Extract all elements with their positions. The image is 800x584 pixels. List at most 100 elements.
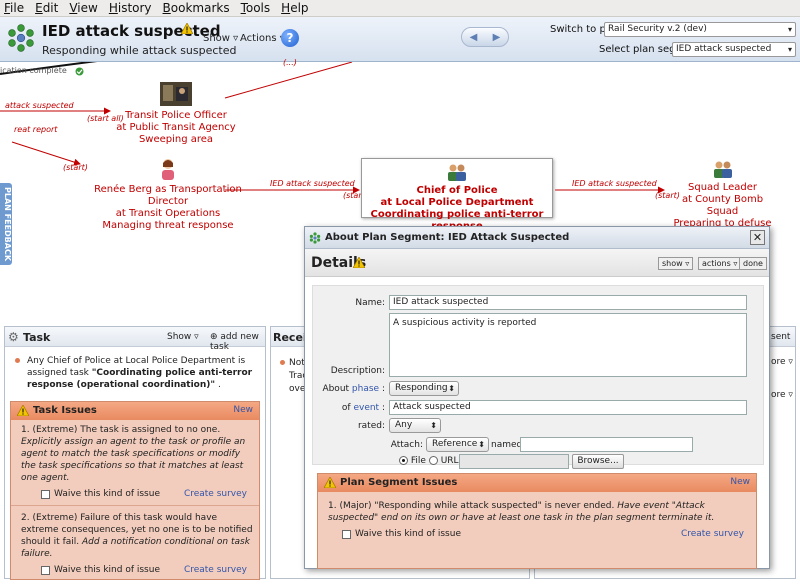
of-label: of: [341, 403, 351, 413]
phase-value: Responding: [395, 383, 448, 393]
phase-link[interactable]: phase: [352, 384, 379, 394]
switch-plan-value: Rail Security v.2 (dev): [608, 24, 707, 34]
forward-arrow-icon[interactable]: ▶: [493, 32, 501, 43]
node-org: at Transit Operations: [115, 208, 221, 219]
photo-icon: [160, 82, 192, 106]
named-label: named: [491, 440, 523, 450]
dropdown-arrow-icon: ▾: [787, 25, 792, 34]
event-link[interactable]: event: [353, 403, 379, 413]
actions-menu[interactable]: Actions ▿: [240, 33, 285, 44]
more-menu[interactable]: ore ▿: [771, 357, 793, 367]
attach-type-select[interactable]: Reference ⬍: [426, 437, 489, 452]
waive-label: Waive this kind of issue: [355, 529, 461, 539]
issue-number: 1.: [328, 501, 337, 511]
node-task: Sweeping area: [138, 134, 214, 145]
plan-segment-issues-header: Plan Segment Issues New: [318, 474, 756, 492]
more-menu[interactable]: ore ▿: [771, 390, 793, 400]
menu-view[interactable]: View: [69, 1, 97, 15]
browse-button[interactable]: Browse...: [572, 454, 624, 469]
menu-edit[interactable]: Edit: [35, 1, 58, 15]
issue-divider: [11, 505, 259, 506]
waive-label: Waive this kind of issue: [54, 489, 160, 499]
new-issue-link[interactable]: New: [233, 405, 253, 415]
node-renee-berg[interactable]: Renée Berg as Transportation Director at…: [83, 158, 253, 232]
task-panel: ⚙ Task Show ▿ ⊕ add new task Any Chief o…: [4, 326, 266, 580]
rated-select[interactable]: Any ⬍: [389, 418, 441, 433]
bullet-icon: [280, 360, 285, 365]
sends-panel-label: sent: [771, 332, 791, 342]
task-panel-title: Task: [23, 331, 51, 344]
help-button[interactable]: ?: [281, 29, 299, 47]
logo-icon: [8, 24, 34, 52]
task-panel-header: ⚙ Task Show ▿ ⊕ add new task: [5, 327, 265, 352]
details-actions-button[interactable]: actions ▿: [698, 257, 742, 270]
file-label: File: [410, 456, 426, 466]
node-chief-of-police-selected[interactable]: Chief of Police at Local Police Departme…: [361, 158, 553, 232]
warning-icon: [324, 477, 336, 488]
people-icon: [713, 161, 732, 178]
issue-waive-row: Waive this kind of issue Create survey: [318, 526, 756, 543]
show-menu[interactable]: Show ▿: [203, 33, 238, 44]
issue-severity: (Major) "Responding while attack suspect…: [339, 501, 618, 511]
new-issue-link[interactable]: New: [730, 477, 750, 487]
about-plan-segment-dialog: About Plan Segment: IED Attack Suspected…: [304, 226, 770, 569]
task-assignment: Any Chief of Police at Local Police Depa…: [5, 347, 265, 395]
issue-waive-row: Waive this kind of issue Create survey: [11, 562, 259, 579]
close-icon[interactable]: ✕: [750, 230, 765, 245]
event-input[interactable]: Attack suspected: [389, 400, 747, 415]
plan-segment-issues-title: Plan Segment Issues: [340, 477, 458, 488]
done-button[interactable]: done: [739, 257, 767, 270]
chevron-down-icon: ▿: [685, 259, 690, 268]
about-phase-label: About phase :: [322, 384, 385, 394]
menu-bookmarks[interactable]: Bookmarks: [163, 1, 230, 15]
node-transit-officer[interactable]: Transit Police Officer at Public Transit…: [106, 82, 246, 146]
edge-label: reat report: [14, 125, 58, 134]
file-radio[interactable]: [399, 456, 408, 465]
node-task: Managing threat response: [102, 220, 234, 231]
url-input[interactable]: [459, 454, 569, 469]
details-form: Name: IED attack suspected Description: …: [312, 285, 764, 469]
url-radio[interactable]: [428, 456, 438, 465]
select-segment-select[interactable]: IED attack suspected ▾: [672, 42, 796, 57]
details-show-button[interactable]: show ▿: [658, 257, 694, 270]
chevron-down-icon: ▿: [194, 332, 199, 342]
waive-label: Waive this kind of issue: [54, 565, 160, 575]
dialog-title: About Plan Segment: IED Attack Suspected: [325, 232, 570, 243]
back-arrow-icon[interactable]: ◀: [470, 32, 478, 43]
waive-checkbox[interactable]: [41, 565, 50, 575]
node-org: at Public Transit Agency: [116, 122, 236, 133]
menu-help[interactable]: Help: [281, 1, 308, 15]
waive-checkbox[interactable]: [342, 529, 351, 539]
warning-icon: [181, 23, 193, 34]
create-survey-link[interactable]: Create survey: [184, 565, 247, 575]
name-label: Name:: [355, 298, 385, 308]
menu-file[interactable]: File: [4, 1, 24, 15]
select-segment-value: IED attack suspected: [676, 44, 772, 54]
more-label: ore: [771, 357, 786, 367]
task-issues-header: Task Issues New: [11, 402, 259, 420]
menu-tools[interactable]: Tools: [241, 1, 271, 15]
issue-waive-row: Waive this kind of issue Create survey: [11, 486, 259, 503]
task-show-menu[interactable]: Show ▿: [167, 332, 199, 342]
node-chief-of-police: Chief of Police at Local Police Departme…: [362, 163, 552, 233]
details-header: Details show ▿ actions ▿ done: [305, 249, 769, 277]
attach-name-input[interactable]: [520, 437, 693, 452]
about-label: About: [322, 384, 350, 394]
name-input[interactable]: IED attack suspected: [389, 295, 747, 310]
edge-label: IED attack suspected: [572, 179, 657, 188]
logo-icon: [309, 232, 321, 244]
create-survey-link[interactable]: Create survey: [184, 489, 247, 499]
switch-plan-select[interactable]: Rail Security v.2 (dev) ▾: [604, 22, 796, 37]
phase-select[interactable]: Responding ⬍: [389, 381, 459, 396]
rated-value: Any: [395, 420, 413, 430]
node-role: Transit Police Officer: [125, 110, 227, 121]
issue-item: 1. (Major) "Responding while attack susp…: [318, 492, 756, 526]
menu-history[interactable]: History: [109, 1, 152, 15]
of-event-label: of event :: [341, 403, 385, 413]
page-title: IED attack suspected: [42, 22, 221, 40]
dialog-title-bar[interactable]: About Plan Segment: IED Attack Suspected…: [305, 227, 769, 249]
plan-feedback-tab[interactable]: PLAN FEEDBACK: [0, 183, 12, 265]
create-survey-link[interactable]: Create survey: [681, 529, 744, 539]
waive-checkbox[interactable]: [41, 489, 50, 499]
description-textarea[interactable]: A suspicious activity is reported: [389, 313, 747, 377]
